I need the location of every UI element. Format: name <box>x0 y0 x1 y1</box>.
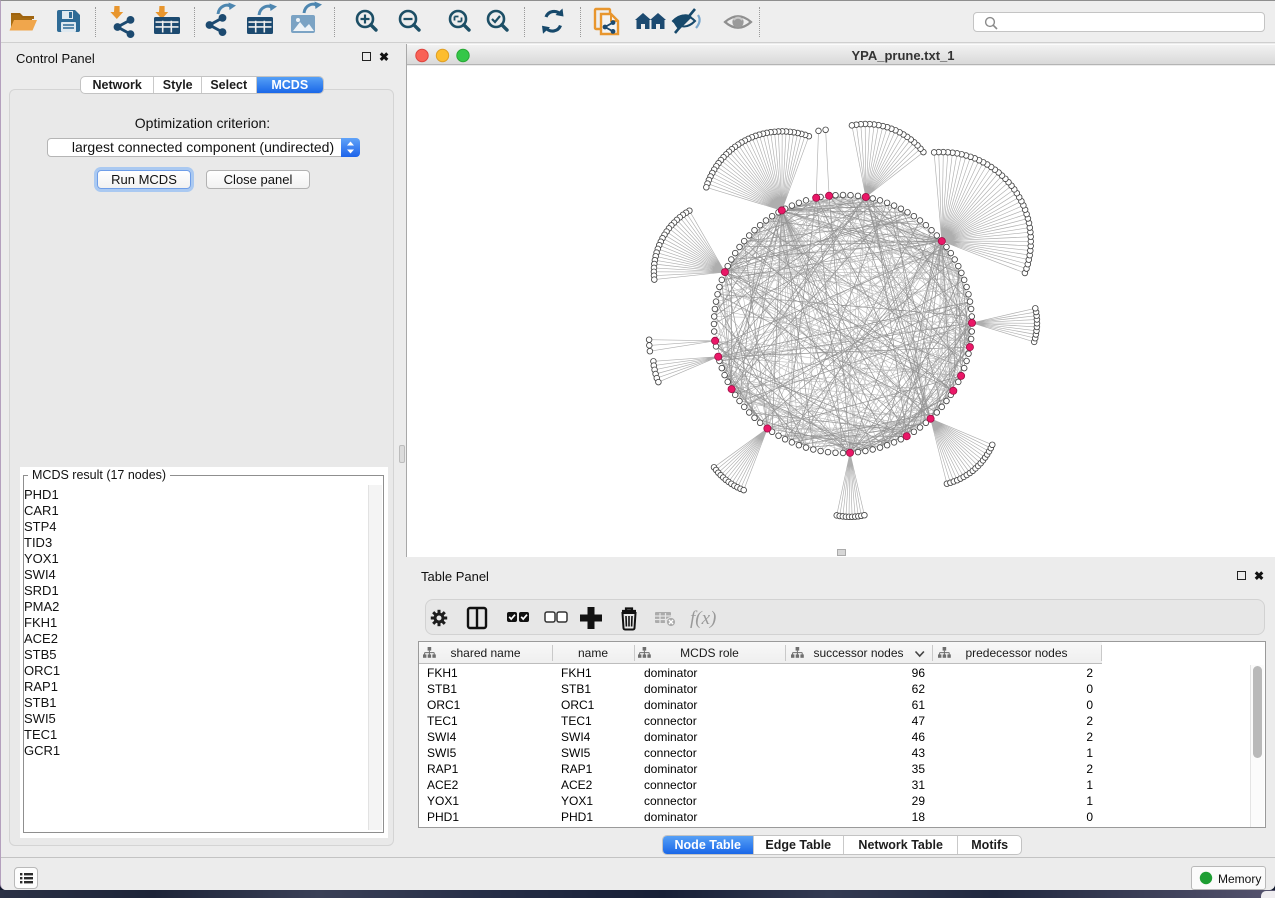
svg-text:f(x): f(x) <box>690 608 716 629</box>
